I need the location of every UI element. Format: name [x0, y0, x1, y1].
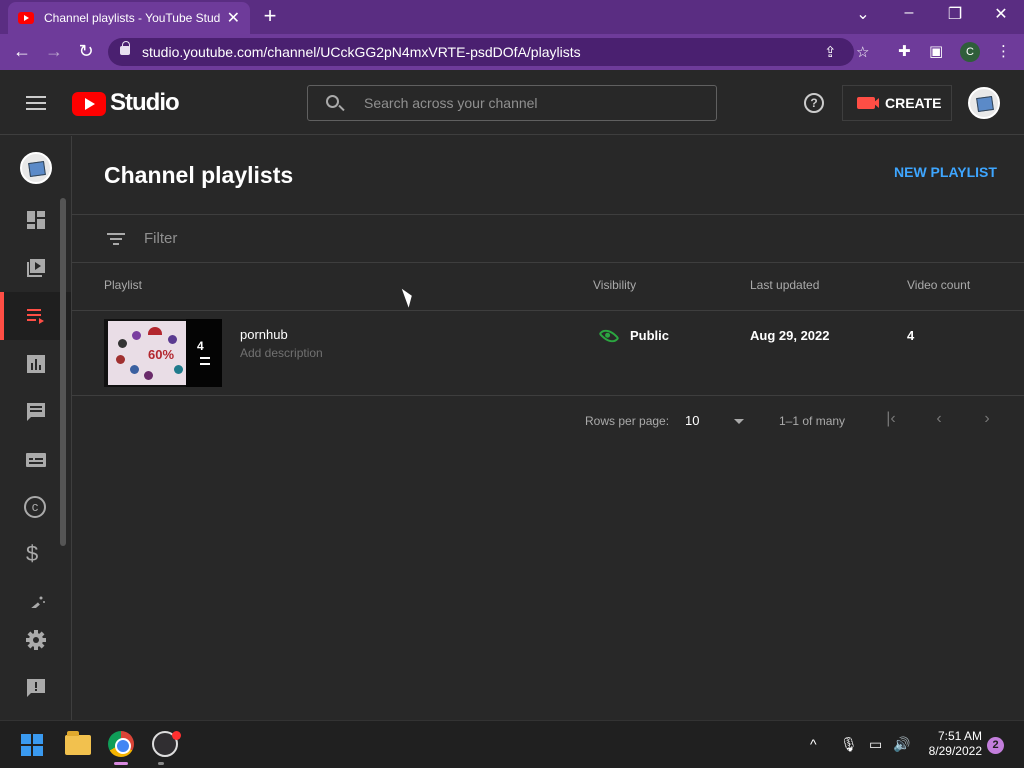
visibility-value[interactable]: Public: [630, 328, 669, 343]
create-button[interactable]: CREATE: [842, 85, 952, 121]
dashboard-icon: [27, 211, 45, 229]
playlist-title[interactable]: pornhub: [240, 327, 288, 342]
profile-avatar[interactable]: C: [960, 42, 980, 62]
dollar-icon: $: [26, 541, 39, 566]
column-header-video-count[interactable]: Video count: [907, 278, 970, 292]
content-icon: [27, 259, 45, 277]
windows-taskbar: ^ 🎙 ▭ 🔊 7:51 AM 8/29/2022 2: [0, 720, 1024, 768]
thumbnail-image: 60%: [108, 321, 186, 385]
next-page-icon[interactable]: ›: [977, 410, 997, 428]
browser-toolbar: ← → ↻ studio.youtube.com/channel/UCckGG2…: [0, 34, 1024, 70]
browser-tab-strip: Channel playlists - YouTube Stud ✕ + ⌄ –…: [0, 0, 1024, 34]
sidebar-item-settings[interactable]: [0, 616, 71, 664]
close-window-button[interactable]: ✕: [986, 4, 1016, 24]
subtitles-icon: [26, 453, 46, 467]
windows-start-icon[interactable]: [21, 734, 43, 756]
new-playlist-button[interactable]: NEW PLAYLIST: [894, 164, 997, 180]
eye-icon: [598, 325, 620, 347]
clock-time: 7:51 AM: [937, 729, 982, 743]
sidebar-item-feedback[interactable]: [0, 664, 71, 712]
page-title: Channel playlists: [104, 162, 294, 188]
filter-input[interactable]: Filter: [144, 230, 177, 247]
previous-page-icon[interactable]: ‹: [929, 410, 949, 428]
rows-per-page-select[interactable]: 10: [685, 413, 699, 428]
pagination: Rows per page: 10 1–1 of many |‹ ‹ ›: [72, 406, 1024, 436]
table-row[interactable]: 60% 4 pornhub Add description Public Aug…: [72, 311, 1024, 396]
thumbnail-text: 60%: [148, 347, 175, 362]
reload-icon[interactable]: ↻: [74, 41, 98, 62]
clock-date: 8/29/2022: [928, 744, 982, 758]
account-avatar[interactable]: [968, 87, 1000, 119]
system-clock[interactable]: 7:51 AM 8/29/2022: [920, 729, 982, 759]
running-indicator: [114, 762, 128, 765]
kebab-menu-icon[interactable]: ⋮: [996, 42, 1011, 60]
search-input[interactable]: [364, 86, 704, 120]
create-label: CREATE: [885, 95, 942, 111]
sidebar-item-customization[interactable]: [0, 580, 71, 608]
sidebar-scrollbar[interactable]: [60, 198, 66, 546]
thumbnail-overlay: [186, 319, 222, 387]
extensions-icon[interactable]: ✚: [898, 42, 911, 60]
browser-tab[interactable]: Channel playlists - YouTube Stud ✕: [8, 2, 250, 34]
file-explorer-icon[interactable]: [65, 731, 91, 755]
gear-icon: [26, 630, 46, 650]
column-header-visibility[interactable]: Visibility: [593, 278, 636, 292]
main-content: Channel playlists NEW PLAYLIST Filter Pl…: [72, 136, 1024, 720]
obs-icon[interactable]: [152, 731, 181, 757]
chevron-down-icon[interactable]: [734, 419, 744, 424]
recording-dot-icon: [172, 731, 181, 740]
last-updated-value: Aug 29, 2022: [750, 328, 830, 343]
help-icon[interactable]: ?: [804, 93, 824, 113]
feedback-icon: [27, 679, 45, 697]
tab-title: Channel playlists - YouTube Stud: [44, 11, 221, 25]
address-bar[interactable]: studio.youtube.com/channel/UCckGG2pN4mxV…: [108, 38, 869, 66]
forward-arrow-icon[interactable]: →: [42, 41, 66, 62]
tab-search-icon[interactable]: ⌄: [848, 4, 878, 24]
column-header-last-updated[interactable]: Last updated: [750, 278, 819, 292]
column-header-playlist: Playlist: [104, 278, 143, 292]
page-range: 1–1 of many: [779, 414, 846, 428]
playlist-lines-icon: [200, 357, 210, 365]
magic-wand-icon: [28, 596, 45, 608]
sidebar: c $: [0, 136, 72, 720]
analytics-icon: [27, 355, 45, 373]
filter-icon[interactable]: [107, 233, 125, 245]
video-camera-icon: [857, 97, 879, 109]
playlist-description[interactable]: Add description: [240, 346, 323, 360]
back-arrow-icon[interactable]: ←: [10, 41, 34, 62]
thumbnail-video-count: 4: [197, 339, 204, 353]
search-box[interactable]: [307, 85, 717, 121]
share-icon[interactable]: ⇪: [824, 43, 837, 61]
microphone-icon[interactable]: 🎙: [840, 736, 858, 753]
notification-badge[interactable]: 2: [987, 737, 1004, 754]
playlists-icon: [27, 309, 44, 324]
first-page-icon[interactable]: |‹: [881, 410, 901, 428]
tab-close-icon[interactable]: ✕: [227, 8, 240, 28]
studio-header: Studio ? CREATE: [0, 70, 1024, 135]
new-tab-button[interactable]: +: [258, 4, 282, 28]
hamburger-menu-icon[interactable]: [26, 96, 46, 110]
video-count-value: 4: [907, 328, 915, 343]
volume-icon[interactable]: 🔊: [893, 736, 910, 753]
copyright-icon: c: [24, 496, 46, 518]
youtube-logo-icon[interactable]: [72, 92, 106, 116]
restore-button[interactable]: ❐: [940, 4, 970, 24]
playlist-thumbnail[interactable]: 60% 4: [104, 319, 222, 387]
chevron-up-icon[interactable]: ^: [810, 736, 817, 752]
channel-avatar[interactable]: [20, 152, 52, 184]
rows-per-page-label: Rows per page:: [585, 414, 670, 428]
search-icon: [326, 95, 339, 108]
comments-icon: [27, 403, 45, 421]
youtube-favicon-icon: [18, 12, 34, 24]
bookmark-star-icon[interactable]: ☆: [856, 43, 869, 61]
network-icon[interactable]: ▭: [869, 736, 882, 753]
url-text[interactable]: studio.youtube.com/channel/UCckGG2pN4mxV…: [142, 44, 581, 60]
filter-bar[interactable]: Filter: [72, 214, 1024, 263]
studio-logo-text[interactable]: Studio: [110, 89, 180, 117]
minimize-button[interactable]: –: [894, 4, 924, 22]
lock-icon: [120, 41, 130, 55]
side-panel-icon[interactable]: ▣: [929, 42, 943, 60]
running-indicator: [158, 762, 164, 765]
chrome-icon[interactable]: [108, 731, 134, 757]
